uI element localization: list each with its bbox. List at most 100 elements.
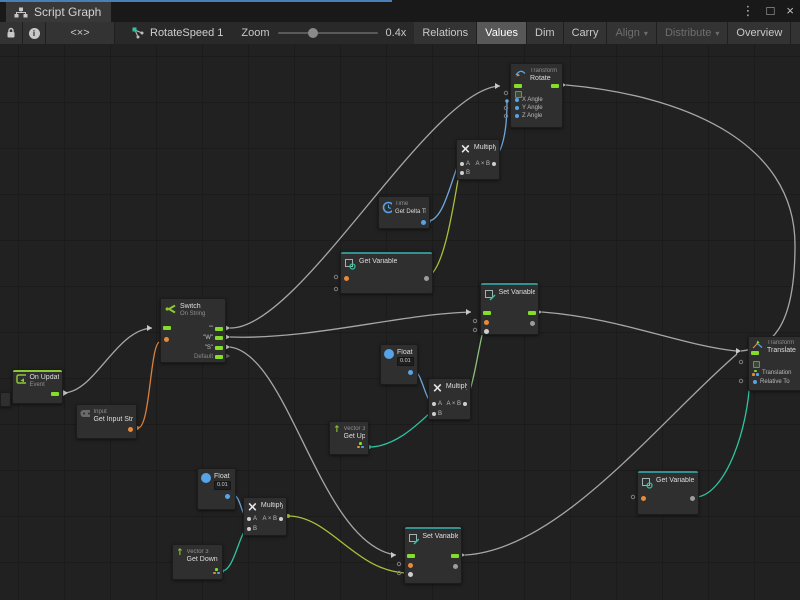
float-in-port[interactable] [515,114,519,118]
node-title: Get Down [187,556,218,564]
float-in-port[interactable] [515,98,519,102]
node-subtitle: On String [180,311,205,318]
name-in-port[interactable] [344,276,349,281]
script-graph-icon [14,7,28,18]
float-value-field[interactable]: 0.01 [214,481,231,490]
value-in-port[interactable] [484,329,489,334]
align-button[interactable]: Align ▾ [607,22,656,44]
node-switch[interactable]: Switch On String "" "W" "S" Default [160,298,226,363]
info-button[interactable]: i [23,22,46,44]
float-in-port[interactable] [515,106,519,110]
flow-out-port[interactable] [215,327,223,331]
relative-in-port[interactable] [753,380,757,384]
overview-button[interactable]: Overview [728,22,791,44]
value-out-port[interactable] [530,321,535,326]
node-multiply-mid[interactable]: × Multiply A A × B B [428,378,471,420]
float-out-port[interactable] [225,494,230,499]
zoom-control: Zoom 0.4x [233,22,414,44]
out-port[interactable] [279,517,283,521]
value-out-port[interactable] [690,496,695,501]
window-maximize-button[interactable]: □ [767,2,775,20]
node-translate[interactable]: Transform Translate Translation Relative… [748,336,800,391]
in-port-a[interactable] [247,517,251,521]
port-label: A × B [262,516,277,522]
node-get-variable-right[interactable]: Get Variable [637,470,699,515]
rotate-icon [514,68,527,77]
flow-in-port[interactable] [163,326,171,330]
zoom-to-fit-button[interactable]: <×> [46,22,115,44]
distribute-button[interactable]: Distribute ▾ [657,22,728,44]
in-port-b[interactable] [247,527,251,531]
value-in-port[interactable] [408,572,413,577]
in-port-a[interactable] [432,402,436,406]
node-get-up[interactable]: ↑ Vector 3 Get Up [329,421,369,455]
values-button[interactable]: Values [477,22,527,44]
lock-button[interactable] [0,22,23,44]
float-out-port[interactable] [408,370,413,375]
selector-in-port[interactable] [164,337,169,342]
in-port-a[interactable] [460,162,464,166]
string-out-port[interactable] [128,427,133,432]
value-out-port[interactable] [453,564,458,569]
window-close-button[interactable]: × [786,2,794,20]
node-float-bottom[interactable]: Float 0.01 [197,468,236,510]
variable-stripe [341,252,432,254]
float-out-port[interactable] [421,220,426,225]
in-port-b[interactable] [432,412,436,416]
port-row: B [432,411,467,417]
node-set-variable-bottom[interactable]: Set Variable [404,526,462,584]
node-multiply-bottom[interactable]: × Multiply A A × B B [243,497,287,536]
multiply-icon: × [247,502,258,513]
carry-button[interactable]: Carry [564,22,608,44]
vector3-out-port[interactable] [357,442,364,449]
wires-layer [0,44,800,600]
node-set-variable-center[interactable]: Set Variable [480,282,539,335]
case-label: "W" [203,335,213,341]
flow-out-port[interactable] [215,346,223,350]
flow-out-port[interactable] [528,311,536,315]
node-on-update[interactable]: On Update Event [12,369,63,404]
flow-out-port[interactable] [451,554,459,558]
tab-script-graph[interactable]: Script Graph [6,2,111,22]
flow-in-port[interactable] [483,311,491,315]
node-get-variable-top[interactable]: Get Variable [340,251,433,294]
port-label: Y Angle [522,105,543,111]
name-in-port[interactable] [641,496,646,501]
graph-breadcrumb[interactable]: RotateSpeed 1 [115,22,233,44]
node-get-input-string[interactable]: Input Get Input String [76,404,137,439]
float-value-field[interactable]: 0.01 [397,357,414,366]
node-rotate[interactable]: Transform Rotate X Angle Y Angle Z Angle [510,63,563,128]
port-row: X Angle [515,97,543,103]
flow-in-port[interactable] [407,554,415,558]
window-menu-button[interactable]: ⋮ [742,2,755,20]
in-port-b[interactable] [460,171,464,175]
full-screen-button[interactable]: Full Screen [791,22,800,44]
dim-button[interactable]: Dim [527,22,564,44]
node-multiply-top[interactable]: × Multiply A A × B B [456,139,500,180]
flow-in-port[interactable] [751,351,759,355]
vector3-out-port[interactable] [213,568,220,575]
node-clipped-edge[interactable] [0,392,11,407]
flow-out-port[interactable] [51,392,59,396]
flow-out-port[interactable] [215,355,223,359]
name-in-port[interactable] [408,563,413,568]
node-get-delta-time[interactable]: Time Get Delta Time [378,196,430,229]
relations-button[interactable]: Relations [414,22,477,44]
flow-out-port[interactable] [215,336,223,340]
node-get-down[interactable]: ↑ Vector 3 Get Down [172,544,223,580]
node-title: Multiply [474,144,496,152]
zoom-slider[interactable] [278,32,378,34]
transform-port[interactable] [753,361,760,368]
zoom-slider-thumb[interactable] [308,28,318,38]
node-title: Rotate [530,75,557,83]
flow-out-port[interactable] [551,84,559,88]
out-port[interactable] [492,162,496,166]
node-float-mid[interactable]: Float 0.01 [380,344,418,385]
graph-canvas[interactable]: On Update Event Input Get Input String [0,44,800,600]
value-out-port[interactable] [424,276,429,281]
vector3-in-port[interactable] [752,370,759,377]
name-in-port[interactable] [484,320,489,325]
out-port[interactable] [463,402,467,406]
flow-in-port[interactable] [514,84,522,88]
port-label: A [438,401,442,407]
